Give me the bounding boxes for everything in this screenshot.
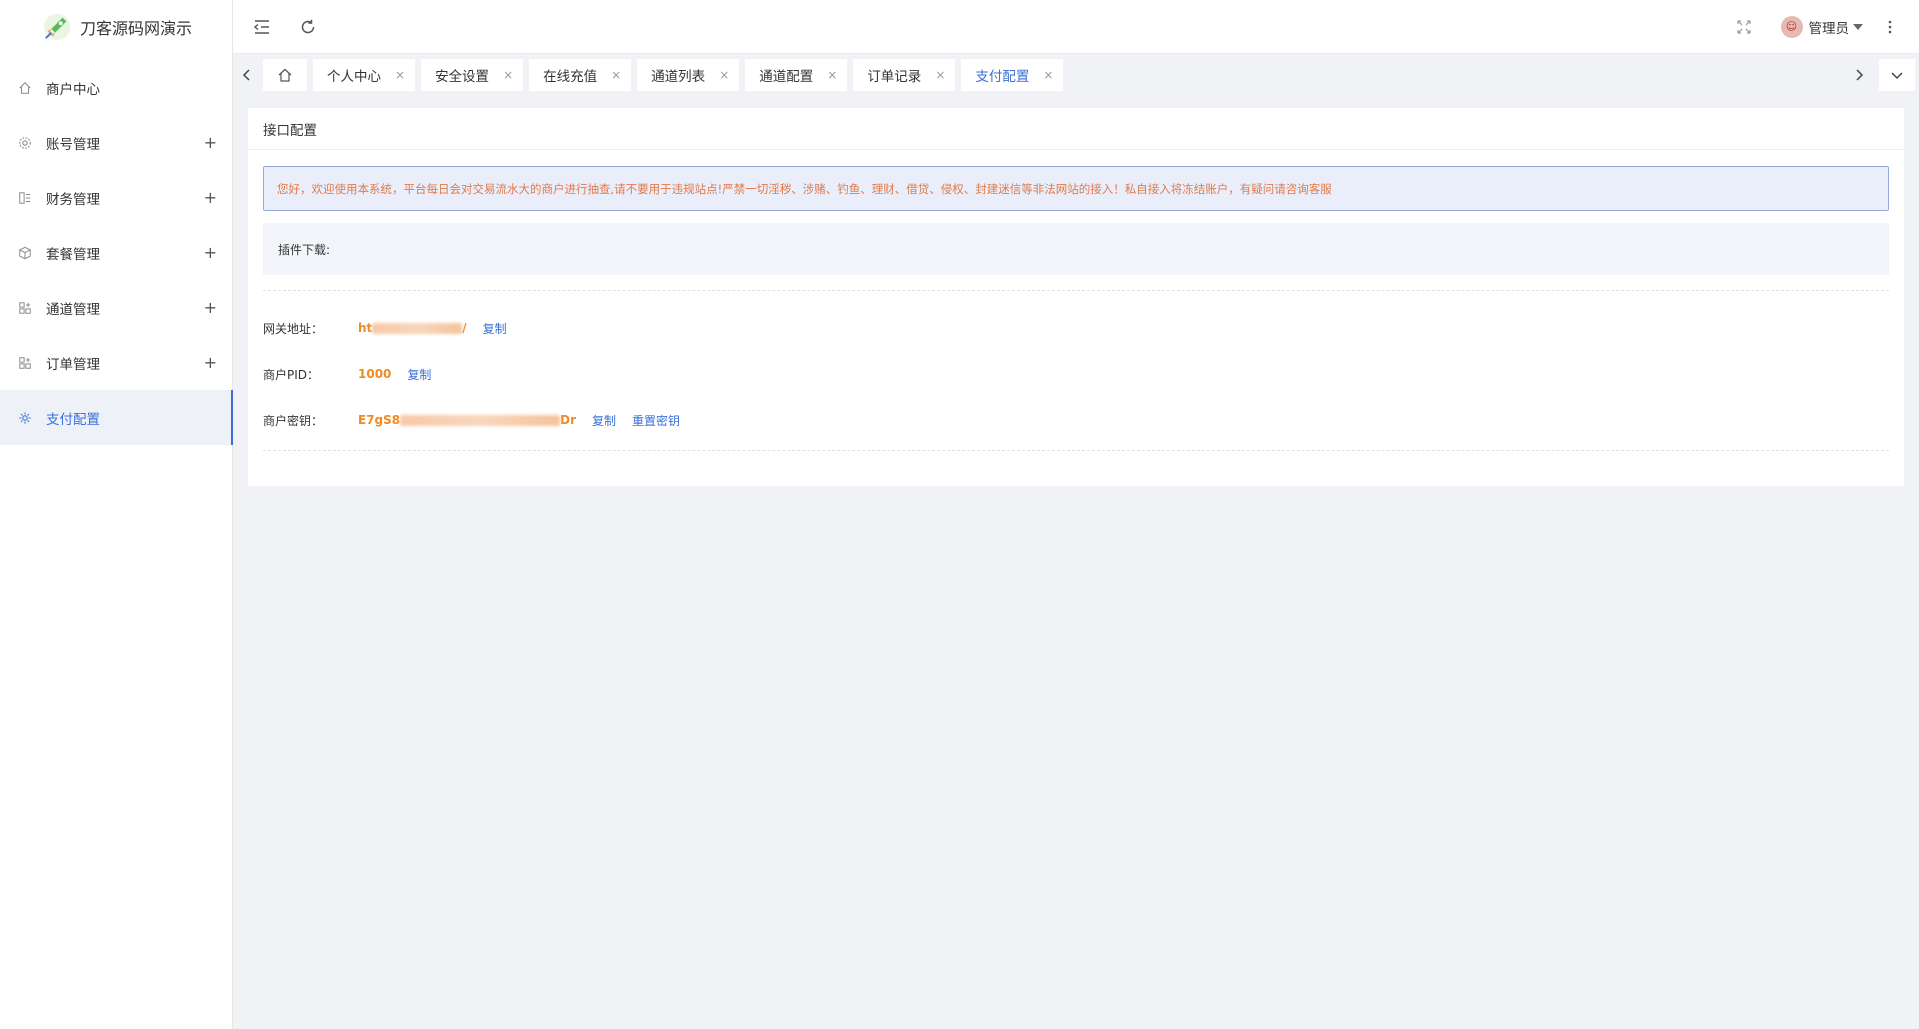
copy-secret-button[interactable]: 复制 <box>592 412 616 429</box>
sidebar-item-finance[interactable]: 财务管理 + <box>0 170 232 225</box>
sidebar: 刀客源码网演示 商户中心 账号管理 + 财务管理 + 套餐管理 + 通道管理 +… <box>0 0 233 1029</box>
gear-icon <box>18 136 32 150</box>
finance-icon <box>18 191 32 205</box>
tab-payment-config[interactable]: 支付配置 × <box>961 59 1064 91</box>
sidebar-item-order[interactable]: 订单管理 + <box>0 335 232 390</box>
secret-value-end: Dr <box>560 413 577 427</box>
secret-value: E7gS8 Dr <box>358 413 576 427</box>
divider <box>263 290 1889 291</box>
top-header: ☺ 管理员 <box>233 0 1919 54</box>
expand-icon[interactable]: + <box>204 188 217 207</box>
package-icon <box>18 246 32 260</box>
tab-online-recharge[interactable]: 在线充值 × <box>529 59 632 91</box>
user-name: 管理员 <box>1808 20 1850 37</box>
pid-row: 商户PID： 1000 复制 <box>263 364 431 384</box>
logo[interactable]: 刀客源码网演示 <box>0 0 232 54</box>
tab-personal-center[interactable]: 个人中心 × <box>313 59 416 91</box>
sidebar-item-label: 通道管理 <box>46 301 100 318</box>
user-menu[interactable]: ☺ 管理员 <box>1780 15 1863 38</box>
home-icon <box>18 81 32 95</box>
sidebar-item-channel[interactable]: 通道管理 + <box>0 280 232 335</box>
close-icon[interactable]: × <box>935 68 945 82</box>
more-vertical-icon[interactable] <box>1879 16 1901 38</box>
card-title: 接口配置 <box>248 108 1904 150</box>
refresh-icon[interactable] <box>297 16 319 38</box>
tab-label: 订单记录 <box>867 69 922 85</box>
redacted-blur <box>400 415 561 426</box>
sidebar-item-label: 套餐管理 <box>46 246 100 263</box>
secret-value-start: E7gS8 <box>358 413 401 427</box>
sidebar-menu: 商户中心 账号管理 + 财务管理 + 套餐管理 + 通道管理 + 订单管理 + … <box>0 60 233 445</box>
tab-security-settings[interactable]: 安全设置 × <box>421 59 524 91</box>
gateway-value-end: / <box>462 321 467 335</box>
warning-notice: 您好，欢迎使用本系统，平台每日会对交易流水大的商户进行抽查,请不要用于违规站点!… <box>263 166 1889 211</box>
sidebar-item-label: 商户中心 <box>46 81 100 98</box>
tabs-scroll-left-icon[interactable] <box>233 60 261 90</box>
config-icon <box>18 411 32 425</box>
tab-channel-list[interactable]: 通道列表 × <box>637 59 740 91</box>
tab-order-records[interactable]: 订单记录 × <box>853 59 956 91</box>
expand-icon[interactable]: + <box>204 133 217 152</box>
close-icon[interactable]: × <box>611 68 621 82</box>
divider <box>263 450 1889 451</box>
close-icon[interactable]: × <box>1043 68 1053 82</box>
grid-icon <box>18 301 32 315</box>
tab-label: 通道配置 <box>759 69 814 85</box>
home-icon <box>278 68 292 82</box>
app-title: 刀客源码网演示 <box>80 19 193 38</box>
tabs-bar: 个人中心 × 安全设置 × 在线充值 × 通道列表 × 通道配置 × 订单记录 … <box>233 54 1919 96</box>
collapse-menu-icon[interactable] <box>251 16 273 38</box>
fullscreen-icon[interactable] <box>1733 16 1755 38</box>
copy-pid-button[interactable]: 复制 <box>407 366 431 383</box>
interface-config-card: 接口配置 您好，欢迎使用本系统，平台每日会对交易流水大的商户进行抽查,请不要用于… <box>248 108 1904 486</box>
close-icon[interactable]: × <box>719 68 729 82</box>
chevron-down-icon <box>1853 23 1863 30</box>
tab-label: 个人中心 <box>327 69 381 85</box>
close-icon[interactable]: × <box>395 68 405 82</box>
copy-gateway-button[interactable]: 复制 <box>483 320 507 337</box>
tab-home[interactable] <box>263 59 307 91</box>
tab-channel-config[interactable]: 通道配置 × <box>745 59 848 91</box>
gateway-value-start: ht <box>358 321 373 335</box>
expand-icon[interactable]: + <box>204 353 217 372</box>
close-icon[interactable]: × <box>827 68 837 82</box>
expand-icon[interactable]: + <box>204 298 217 317</box>
tabs-scroll-right-icon[interactable] <box>1845 60 1873 90</box>
grid-icon <box>18 356 32 370</box>
gateway-label: 网关地址： <box>263 321 324 336</box>
sidebar-item-merchant-center[interactable]: 商户中心 <box>0 60 232 115</box>
tab-label: 安全设置 <box>435 69 490 85</box>
expand-icon[interactable]: + <box>204 243 217 262</box>
tab-label: 通道列表 <box>651 69 706 85</box>
sidebar-item-label: 支付配置 <box>46 411 100 428</box>
secret-label: 商户密钥： <box>263 413 324 428</box>
plugin-download: 插件下载: <box>263 223 1889 275</box>
gateway-row: 网关地址： ht / 复制 <box>263 318 507 338</box>
plugin-download-label: 插件下载: <box>278 242 331 257</box>
tab-label: 在线充值 <box>543 69 598 85</box>
pid-value: 1000 <box>358 367 392 381</box>
reset-secret-button[interactable]: 重置密钥 <box>632 412 680 429</box>
sidebar-item-label: 财务管理 <box>46 191 100 208</box>
close-icon[interactable]: × <box>503 68 513 82</box>
tab-label: 支付配置 <box>975 69 1030 85</box>
rocket-logo-icon <box>43 13 71 41</box>
sidebar-item-label: 账号管理 <box>46 136 100 153</box>
sidebar-item-payment-config[interactable]: 支付配置 <box>0 390 233 445</box>
pid-label: 商户PID： <box>263 367 320 382</box>
sidebar-item-account[interactable]: 账号管理 + <box>0 115 232 170</box>
sidebar-item-label: 订单管理 <box>46 356 100 373</box>
avatar: ☺ <box>1780 15 1803 38</box>
tabs-dropdown-icon[interactable] <box>1879 59 1915 91</box>
gateway-value: ht / <box>358 321 467 335</box>
tabs: 个人中心 × 安全设置 × 在线充值 × 通道列表 × 通道配置 × 订单记录 … <box>263 59 1064 91</box>
sidebar-item-package[interactable]: 套餐管理 + <box>0 225 232 280</box>
secret-row: 商户密钥： E7gS8 Dr 复制 重置密钥 <box>263 410 680 430</box>
redacted-blur <box>372 323 463 334</box>
